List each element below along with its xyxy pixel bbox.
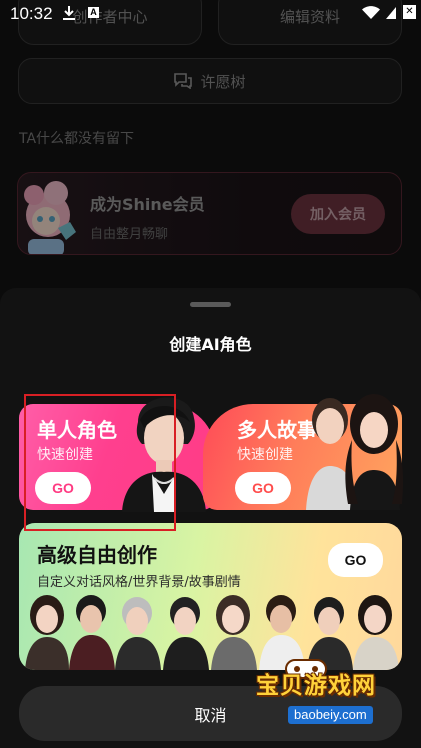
character-lineup-image <box>25 595 399 670</box>
advanced-creation-title: 高级自由创作 <box>37 543 157 567</box>
accessibility-icon: A <box>88 7 99 18</box>
multi-go-button[interactable]: GO <box>235 472 291 504</box>
selection-highlight-box <box>24 394 176 531</box>
site-watermark: 宝贝游戏网 baobeiy.com <box>248 659 418 734</box>
advanced-creation-card[interactable]: 高级自由创作 自定义对话风格/世界背景/故事剧情 GO <box>19 523 402 670</box>
wifi-icon <box>362 6 380 19</box>
status-bar: 10:32 A ✕ <box>0 0 421 32</box>
screen: 10:32 A ✕ 创作者中心 编辑资料 许愿树 TA什么都没有留下 成为Shi… <box>0 0 421 748</box>
status-time: 10:32 <box>10 4 53 23</box>
advanced-creation-subtitle: 自定义对话风格/世界背景/故事剧情 <box>37 575 241 590</box>
watermark-brand: 宝贝游戏网 <box>256 673 376 699</box>
multi-story-subtitle: 快速创建 <box>237 447 293 463</box>
no-sim-icon: ✕ <box>403 5 416 19</box>
couple-characters-portrait <box>306 394 404 510</box>
advanced-go-button[interactable]: GO <box>328 543 383 577</box>
battery-icon <box>386 7 396 19</box>
drag-handle[interactable] <box>190 302 231 307</box>
sheet-title: 创建AI角色 <box>169 335 252 354</box>
download-icon <box>63 6 75 20</box>
watermark-url: baobeiy.com <box>288 706 373 724</box>
